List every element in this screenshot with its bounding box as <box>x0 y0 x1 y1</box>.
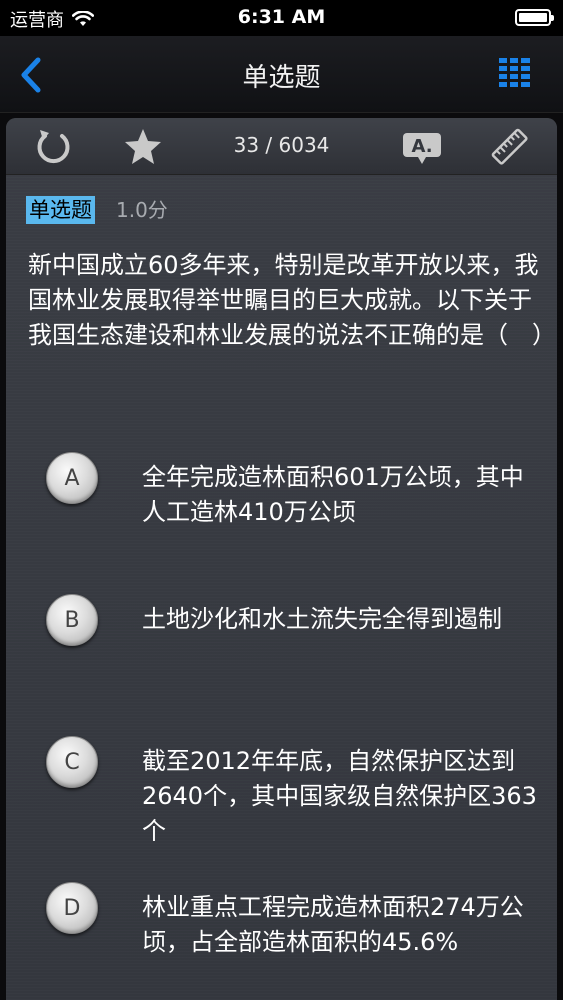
option-b-text[interactable]: 土地沙化和水土流失完全得到遏制 <box>142 602 537 637</box>
status-bar: 运营商 6:31 AM <box>0 0 563 36</box>
option-b-letter[interactable]: B <box>46 594 98 646</box>
option-a-text[interactable]: 全年完成造林面积601万公顷，其中人工造林410万公顷 <box>142 460 537 530</box>
battery-icon <box>515 9 554 26</box>
question-counter: 33 / 6034 <box>233 133 330 157</box>
nav-bar: 单选题 <box>0 36 563 113</box>
option-a-letter[interactable]: A <box>46 452 98 504</box>
grid-list-icon[interactable] <box>499 56 533 90</box>
svg-text:A.: A. <box>411 136 432 157</box>
page-title: 单选题 <box>242 63 321 93</box>
question-type-badge: 单选题 <box>26 196 95 224</box>
option-c-letter[interactable]: C <box>46 736 98 788</box>
question-text: 新中国成立60多年来，特别是改革开放以来，我国林业发展取得举世瞩目的巨大成就。以… <box>28 251 556 349</box>
option-c-text[interactable]: 截至2012年年底，自然保护区达到2640个，其中国家级自然保护区363个 <box>142 744 537 849</box>
answer-bubble-icon[interactable]: A. <box>402 127 442 167</box>
status-time: 6:31 AM <box>237 6 326 28</box>
option-d-letter[interactable]: D <box>46 882 98 934</box>
question-toolbar: 33 / 6034 A. <box>6 118 557 175</box>
question-score: 1.0分 <box>116 198 168 222</box>
ruler-icon[interactable] <box>490 127 530 167</box>
question-card: 33 / 6034 A. 单选题 1.0分 新中国成立60多年来，特别是改革开放… <box>6 118 557 1000</box>
option-d-text[interactable]: 林业重点工程完成造林面积274万公顷，占全部造林面积的45.6% <box>142 890 537 960</box>
